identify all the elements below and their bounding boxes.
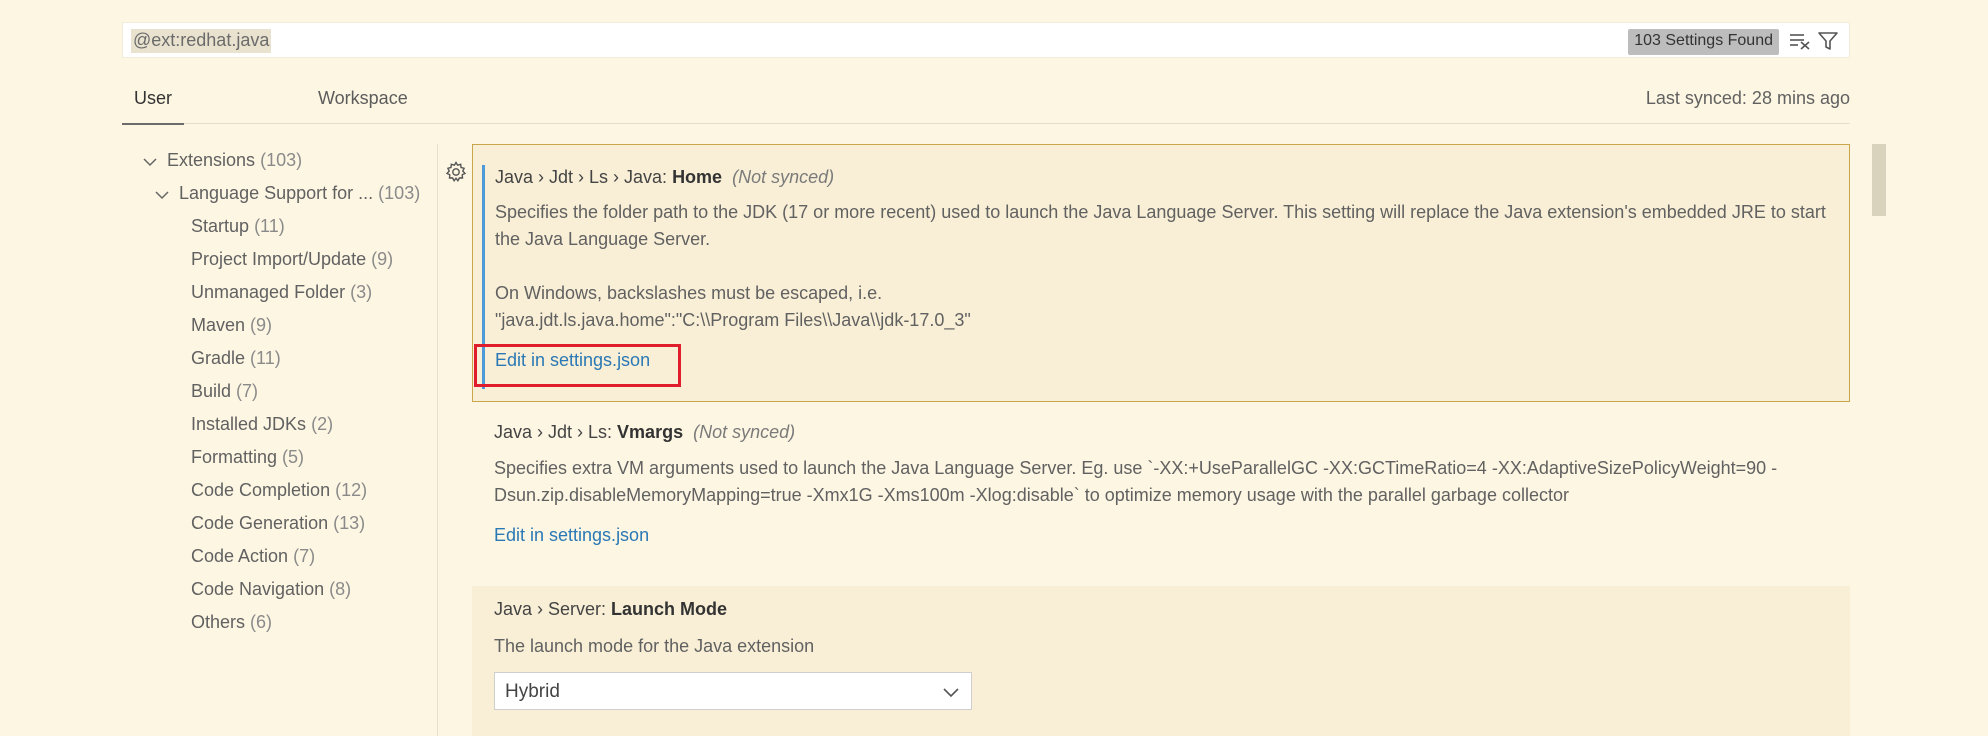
setting-launch-mode[interactable]: Java › Server: Launch Mode The launch mo… [472, 586, 1850, 736]
edit-in-settings-json-link[interactable]: Edit in settings.json [494, 525, 649, 546]
tree-item-count: (6) [250, 612, 273, 632]
settings-scope-tabs: User Workspace Last synced: 28 mins ago [122, 82, 1850, 125]
tree-item-label: Others [191, 612, 246, 632]
tree-item-formatting[interactable]: Formatting (5) [191, 447, 304, 468]
select-value: Hybrid [505, 681, 560, 702]
sync-status-label: (Not synced) [693, 422, 796, 442]
highlight-box [474, 344, 681, 387]
tree-item-label: Extensions [167, 150, 256, 170]
tree-item-label: Project Import/Update [191, 249, 367, 269]
chevron-down-icon[interactable] [154, 187, 170, 203]
tree-item-extensions[interactable]: Extensions (103) [167, 150, 302, 171]
tree-item-label: Code Generation [191, 513, 329, 533]
settings-search-box[interactable]: @ext:redhat.java 103 Settings Found [122, 22, 1850, 58]
setting-vmargs[interactable]: Java › Jdt › Ls: Vmargs (Not synced) Spec… [472, 410, 1850, 570]
tree-item-label: Code Navigation [191, 579, 325, 599]
setting-name: Home [672, 167, 723, 187]
tree-item-project-import[interactable]: Project Import/Update (9) [191, 249, 393, 270]
setting-name: Vmargs [617, 422, 684, 442]
setting-title: Java › Jdt › Ls: Vmargs (Not synced) [494, 422, 795, 443]
gear-icon[interactable] [444, 160, 468, 184]
tree-item-label: Unmanaged Folder [191, 282, 346, 302]
tree-item-language-support[interactable]: Language Support for ... (103) [179, 183, 420, 204]
tree-item-maven[interactable]: Maven (9) [191, 315, 272, 336]
setting-title: Java › Server: Launch Mode [494, 599, 727, 620]
tab-user[interactable]: User [122, 88, 185, 125]
filter-icon[interactable] [1817, 30, 1839, 52]
tree-item-others[interactable]: Others (6) [191, 612, 272, 633]
setting-description-example: "java.jdt.ls.java.home":"C:\\Program Fil… [495, 310, 971, 330]
tree-item-gradle[interactable]: Gradle (11) [191, 348, 281, 369]
launch-mode-select[interactable]: Hybrid [494, 672, 972, 710]
tree-item-installed-jdks[interactable]: Installed JDKs (2) [191, 414, 333, 435]
tree-item-label: Startup [191, 216, 250, 236]
tree-item-label: Code Action [191, 546, 289, 566]
tree-item-label: Formatting [191, 447, 278, 467]
tree-item-label: Gradle [191, 348, 246, 368]
tree-item-label: Code Completion [191, 480, 331, 500]
tree-item-label: Maven [191, 315, 246, 335]
setting-name: Launch Mode [611, 599, 728, 619]
setting-category: Java › Jdt › Ls › Java: [495, 167, 673, 187]
tree-item-count: (103) [260, 150, 303, 170]
tree-item-startup[interactable]: Startup (11) [191, 216, 285, 237]
chevron-down-icon [943, 688, 959, 698]
tree-item-count: (11) [254, 216, 285, 236]
setting-description: The launch mode for the Java extension [494, 636, 815, 656]
scrollbar-thumb[interactable] [1872, 144, 1886, 216]
tree-item-count: (9) [250, 315, 273, 335]
setting-category: Java › Jdt › Ls: [494, 422, 618, 442]
sync-status-label: (Not synced) [732, 167, 835, 187]
tree-item-label: Build [191, 381, 232, 401]
tree-item-count: (9) [371, 249, 394, 269]
setting-description-line: On Windows, backslashes must be escaped,… [495, 283, 883, 303]
tree-item-count: (13) [333, 513, 366, 533]
tree-item-code-completion[interactable]: Code Completion (12) [191, 480, 367, 501]
tree-item-count: (12) [335, 480, 368, 500]
tree-item-count: (5) [282, 447, 305, 467]
tree-item-build[interactable]: Build (7) [191, 381, 258, 402]
tree-item-count: (3) [350, 282, 373, 302]
chevron-down-icon[interactable] [142, 154, 158, 170]
settings-toc-tree: Extensions (103) Language Support for ..… [122, 144, 438, 736]
results-count-badge: 103 Settings Found [1628, 29, 1779, 55]
tab-workspace[interactable]: Workspace [306, 88, 420, 124]
tree-item-code-navigation[interactable]: Code Navigation (8) [191, 579, 351, 600]
setting-description: Specifies the folder path to the JDK (17… [495, 202, 1826, 249]
tree-item-count: (2) [311, 414, 334, 434]
setting-title: Java › Jdt › Ls › Java: Home (Not synced) [495, 167, 834, 188]
tree-item-code-action[interactable]: Code Action (7) [191, 546, 315, 567]
tree-item-count: (103) [378, 183, 421, 203]
tree-item-count: (11) [250, 348, 281, 368]
tree-item-count: (8) [329, 579, 352, 599]
search-input[interactable]: @ext:redhat.java [131, 29, 272, 53]
tree-item-count: (7) [293, 546, 316, 566]
clear-filter-icon[interactable] [1789, 32, 1811, 50]
tree-item-count: (7) [236, 381, 259, 401]
tree-item-unmanaged-folder[interactable]: Unmanaged Folder (3) [191, 282, 372, 303]
tree-item-label: Installed JDKs [191, 414, 307, 434]
tree-item-label: Language Support for ... [179, 183, 374, 203]
tree-item-code-generation[interactable]: Code Generation (13) [191, 513, 365, 534]
setting-category: Java › Server: [494, 599, 612, 619]
sync-status: Last synced: 28 mins ago [1645, 88, 1850, 108]
setting-description: Specifies extra VM arguments used to lau… [494, 458, 1778, 505]
